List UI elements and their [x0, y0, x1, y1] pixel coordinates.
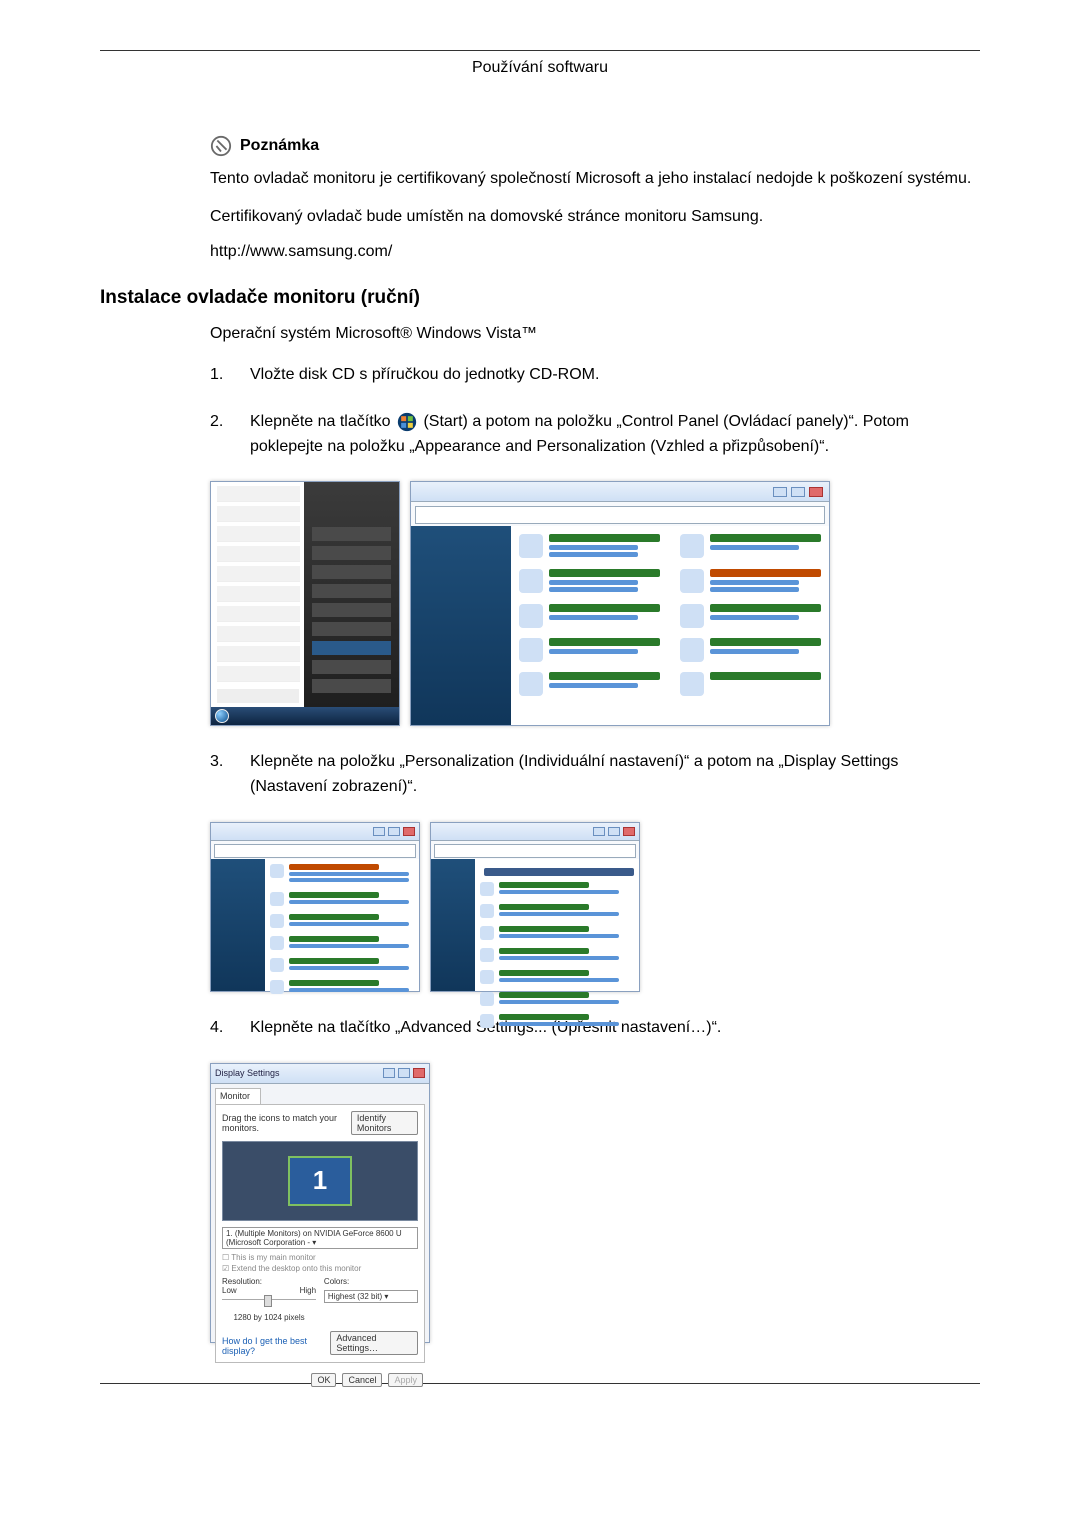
ds-resolution-label: Resolution: — [222, 1277, 316, 1286]
step-number: 4. — [210, 1016, 232, 1041]
note-icon — [210, 135, 232, 157]
ds-help-link[interactable]: How do I get the best display? — [222, 1336, 330, 1356]
ok-button[interactable]: OK — [311, 1373, 336, 1387]
minimize-icon[interactable] — [383, 1068, 395, 1078]
close-icon[interactable] — [413, 1068, 425, 1078]
note-paragraph-1: Tento ovladač monitoru je certifikovaný … — [210, 167, 980, 191]
step-number: 2. — [210, 410, 232, 460]
ds-main-monitor-checkbox[interactable]: ☐ This is my main monitor — [222, 1253, 418, 1262]
ds-resolution-slider[interactable] — [222, 1299, 316, 1309]
ds-monitor-preview[interactable]: 1 — [222, 1141, 418, 1221]
page-header: Používání softwaru — [100, 59, 980, 85]
note-paragraph-2: Certifikovaný ovladač bude umístěn na do… — [210, 205, 980, 229]
ds-res-low: Low — [222, 1286, 237, 1295]
ds-res-high: High — [300, 1286, 316, 1295]
ds-window-title: Display Settings — [215, 1068, 280, 1078]
section-heading: Instalace ovladače monitoru (ruční) — [100, 287, 980, 309]
step-number: 3. — [210, 750, 232, 800]
ds-tab-monitor[interactable]: Monitor — [215, 1088, 261, 1104]
note-block: Poznámka Tento ovladač monitoru je certi… — [210, 135, 980, 261]
screenshots-step3 — [210, 822, 980, 992]
step-2: 2. Klepněte na tlačítko (Start) a potom … — [210, 410, 980, 460]
step-number: 1. — [210, 363, 232, 388]
apply-button[interactable]: Apply — [388, 1373, 423, 1387]
step-text: Klepněte na tlačítko (Start) a potom na … — [250, 410, 980, 460]
ds-resolution-value: 1280 by 1024 pixels — [222, 1313, 316, 1322]
os-subtitle: Operační systém Microsoft® Windows Vista… — [210, 325, 980, 343]
screenshot-control-panel — [410, 481, 830, 726]
screenshot-display-settings: Display Settings Monitor Drag the icons … — [210, 1063, 430, 1343]
identify-monitors-button[interactable]: Identify Monitors — [351, 1111, 418, 1135]
note-title: Poznámka — [240, 137, 319, 155]
cancel-button[interactable]: Cancel — [342, 1373, 382, 1387]
advanced-settings-button[interactable]: Advanced Settings… — [330, 1331, 418, 1355]
ds-colors-label: Colors: — [324, 1277, 418, 1286]
step-3: 3. Klepněte na položku „Personalization … — [210, 750, 980, 800]
note-url: http://www.samsung.com/ — [210, 243, 980, 261]
ds-monitor-select[interactable]: 1. (Multiple Monitors) on NVIDIA GeForce… — [222, 1227, 418, 1249]
screenshot-personalization-2 — [430, 822, 640, 992]
ds-monitor-1[interactable]: 1 — [288, 1156, 352, 1206]
screenshot-personalization-1 — [210, 822, 420, 992]
ds-colors-select[interactable]: Highest (32 bit) ▾ — [324, 1290, 418, 1303]
ds-extend-desktop-checkbox[interactable]: ☑ Extend the desktop onto this monitor — [222, 1264, 418, 1273]
step-text: Klepněte na položku „Personalization (In… — [250, 750, 980, 800]
screenshot-start-menu — [210, 481, 400, 726]
step-1: 1. Vložte disk CD s příručkou do jednotk… — [210, 363, 980, 388]
screenshots-step2 — [210, 481, 980, 726]
step2-pre: Klepněte na tlačítko — [250, 413, 395, 430]
step-text: Vložte disk CD s příručkou do jednotky C… — [250, 363, 980, 388]
ds-drag-label: Drag the icons to match your monitors. — [222, 1113, 351, 1133]
windows-start-icon — [397, 412, 417, 432]
maximize-icon[interactable] — [398, 1068, 410, 1078]
